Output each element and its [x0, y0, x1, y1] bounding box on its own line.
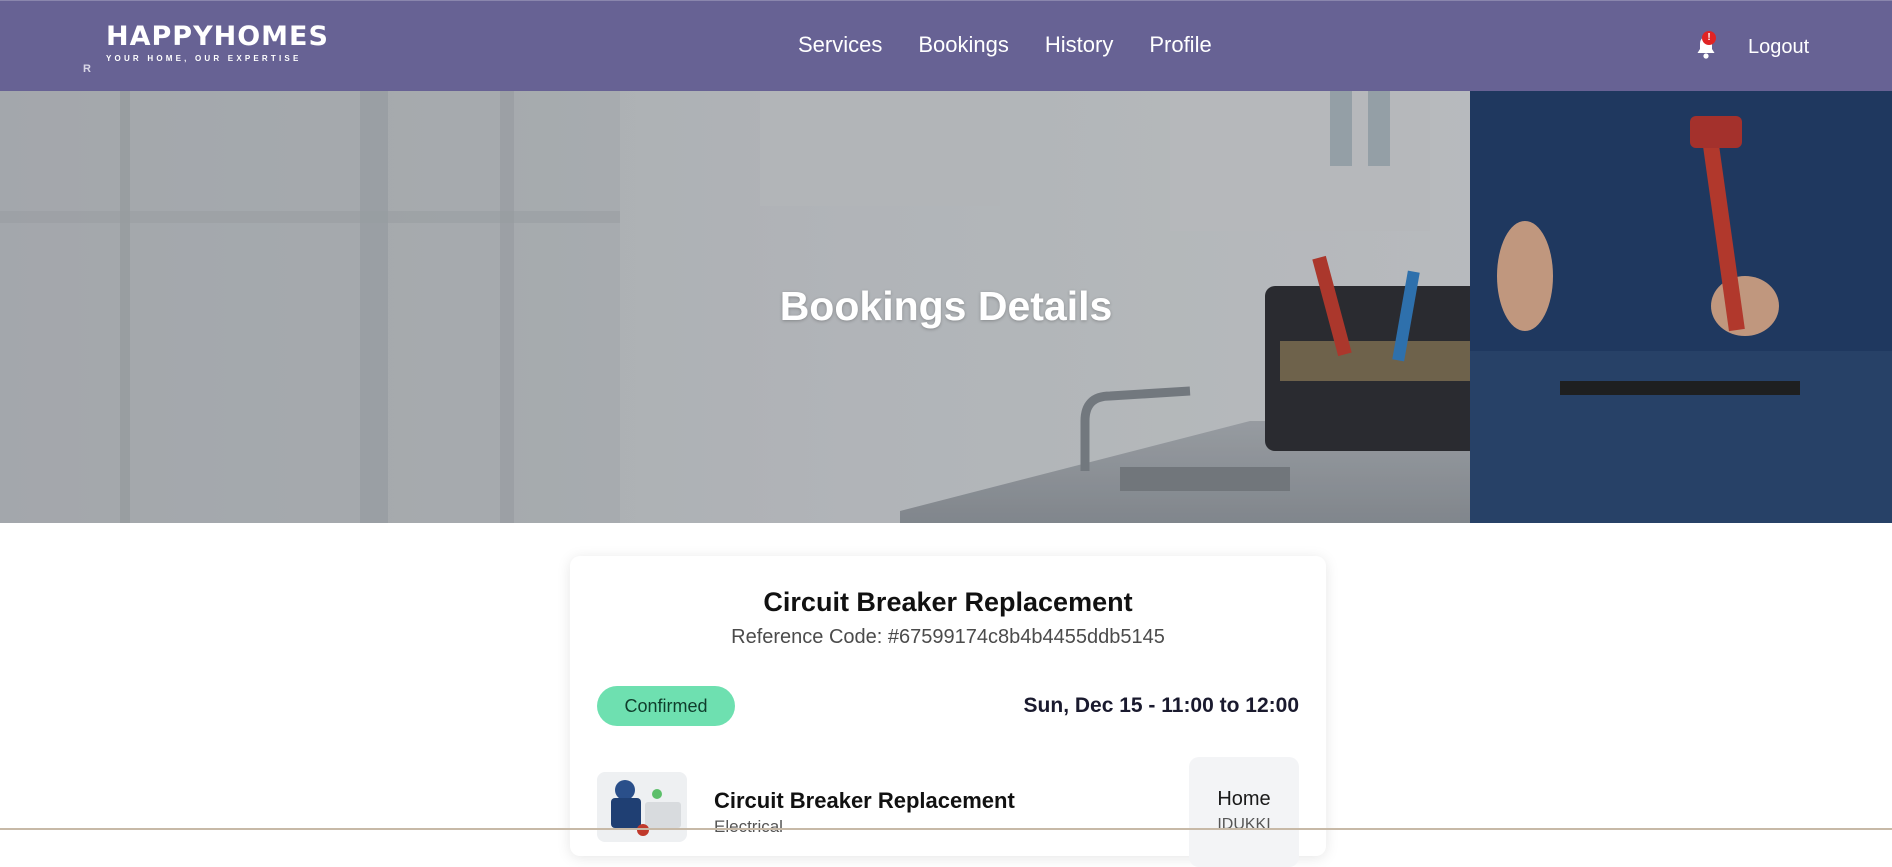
brand-tagline: YOUR HOME, OUR EXPERTISE: [106, 54, 302, 63]
brand-name: HAPPYHOMES: [106, 21, 329, 52]
booking-card: Circuit Breaker Replacement Reference Co…: [570, 556, 1326, 867]
top-navbar: HAPPYHOMES YOUR HOME, OUR EXPERTISE R Se…: [0, 0, 1892, 91]
nav-services[interactable]: Services: [798, 31, 882, 59]
logout-button[interactable]: Logout: [1748, 34, 1809, 60]
nav-history[interactable]: History: [1045, 31, 1113, 59]
reference-code: Reference Code: #67599174c8b4b4455ddb514…: [731, 626, 1165, 648]
brand-mark: R: [83, 63, 91, 75]
service-category: Electrical: [714, 817, 783, 836]
page-title: Bookings Details: [779, 283, 1113, 329]
brand-logo[interactable]: HAPPYHOMES YOUR HOME, OUR EXPERTISE: [106, 21, 329, 64]
service-thumbnail: [597, 772, 687, 842]
booking-title: Circuit Breaker Replacement: [763, 587, 1133, 617]
hero-banner: Bookings Details: [0, 91, 1892, 523]
nav-bookings[interactable]: Bookings: [918, 31, 1009, 59]
status-badge: Confirmed: [597, 686, 735, 726]
booking-schedule: Sun, Dec 15 - 11:00 to 12:00: [1023, 694, 1299, 717]
main-nav: Services Bookings History Profile: [798, 31, 1212, 59]
service-name: Circuit Breaker Replacement: [714, 788, 1015, 813]
address-city: IDUKKI: [1217, 816, 1271, 833]
nav-profile[interactable]: Profile: [1149, 31, 1211, 59]
address-type: Home: [1217, 788, 1271, 810]
notification-badge: !: [1702, 31, 1716, 45]
address-box: Home IDUKKI: [1189, 757, 1299, 867]
